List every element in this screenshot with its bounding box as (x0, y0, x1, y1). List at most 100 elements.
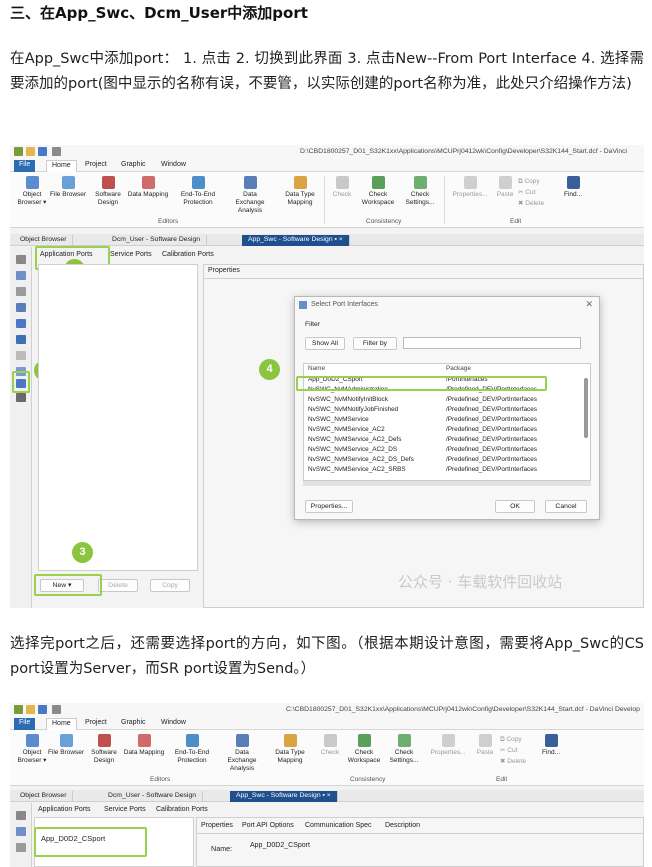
data-mapping-button[interactable]: Data Mapping (126, 176, 170, 199)
data-exchange-button[interactable]: Data Exchange Analysis (220, 734, 264, 773)
port-list-panel[interactable] (38, 264, 198, 571)
tab-dcm-user-design[interactable]: Dcm_User - Software Design (106, 235, 208, 246)
check-settings-button[interactable]: Check Settings... (398, 176, 442, 207)
delete-button[interactable]: ✖ Delete (500, 758, 534, 766)
properties-button[interactable]: Properties... (446, 176, 494, 199)
list-item[interactable]: NvSWC_NvMService/Predefined_DEV/PortInte… (304, 416, 590, 426)
check-settings-icon (397, 734, 411, 747)
list-item[interactable]: NvSWC_NvMService_AC2_DS_Defs/Predefined_… (304, 456, 590, 466)
tab-dcm-user-design[interactable]: Dcm_User - Software Design (102, 791, 204, 802)
tab-window[interactable]: Window (156, 718, 191, 730)
save-icon[interactable] (38, 147, 47, 156)
cut-button[interactable]: ✂ Cut (518, 189, 552, 197)
davinci-screenshot-2: C:\CBD1800257_D01_S32K1xx\Applications\M… (10, 703, 644, 867)
scrollbar[interactable] (584, 378, 588, 438)
select-port-interfaces-dialog: Select Port Interfaces ✕ Filter Show All… (294, 296, 600, 520)
find-button[interactable]: Find... (558, 176, 588, 199)
delete-port-button[interactable]: Delete (98, 579, 138, 592)
tab-app-swc-design[interactable]: App_Swc - Software Design ▪ × (242, 235, 350, 246)
copy-port-button[interactable]: Copy (150, 579, 190, 592)
check-workspace-button[interactable]: Check Workspace (356, 176, 400, 207)
step-badge-3: 3 (72, 542, 93, 563)
save-icon[interactable] (38, 705, 47, 714)
data-icon[interactable] (16, 335, 26, 344)
component-icon[interactable] (16, 827, 26, 836)
properties-dialog-button[interactable]: Properties... (305, 500, 353, 513)
tab-calibration-ports[interactable]: Calibration Ports (156, 806, 208, 813)
quick-access-icon[interactable] (52, 705, 61, 714)
calibration-icon[interactable] (16, 393, 26, 402)
dialog-title: Select Port Interfaces (311, 301, 378, 308)
e2e-protection-button[interactable]: End-To-End Protection (176, 176, 220, 207)
open-icon[interactable] (26, 147, 35, 156)
list-item[interactable]: NvSWC_NvMNotifyInitBlock/Predefined_DEV/… (304, 396, 590, 406)
tab-file[interactable]: File (14, 718, 36, 730)
data-mapping-icon (141, 176, 155, 189)
tab-app-swc-design[interactable]: App_Swc - Software Design ▪ × (230, 791, 338, 802)
interface-icon[interactable] (16, 287, 26, 296)
tab-file[interactable]: File (14, 160, 36, 172)
interface-icon[interactable] (16, 843, 26, 852)
tab-object-browser[interactable]: Object Browser (14, 235, 74, 246)
check-workspace-button[interactable]: Check Workspace (342, 734, 386, 765)
delete-button[interactable]: ✖ Delete (518, 200, 552, 208)
tab-port-api-options[interactable]: Port API Options (242, 822, 294, 829)
connector-icon[interactable] (16, 303, 26, 312)
filter-by-button[interactable]: Filter by (353, 337, 397, 350)
tab-project[interactable]: Project (80, 718, 112, 730)
list-item[interactable]: NvSWC_NvMService_AC2_SRBS/Predefined_DEV… (304, 466, 590, 476)
list-item[interactable]: NvSWC_NvMService_AC2/Predefined_DEV/Port… (304, 426, 590, 436)
quick-access-icon[interactable] (52, 147, 61, 156)
filter-input[interactable] (403, 337, 581, 349)
name-field[interactable]: App_D0D2_CSport (247, 841, 427, 853)
tab-service-ports[interactable]: Service Ports (110, 251, 152, 258)
function-icon[interactable] (16, 255, 26, 264)
divider (197, 833, 643, 834)
tab-service-ports[interactable]: Service Ports (104, 806, 146, 813)
check-settings-button[interactable]: Check Settings... (382, 734, 426, 765)
show-all-button[interactable]: Show All (305, 337, 345, 350)
copy-button[interactable]: ⧉ Copy (518, 178, 552, 186)
close-icon[interactable]: ✕ (585, 299, 593, 310)
tab-window[interactable]: Window (156, 160, 191, 172)
paste-button[interactable]: Paste (490, 176, 520, 199)
tab-application-ports[interactable]: Application Ports (38, 806, 91, 813)
cancel-button[interactable]: Cancel (545, 500, 587, 513)
properties-tab[interactable]: Properties (208, 267, 240, 274)
function-icon[interactable] (16, 811, 26, 820)
tab-object-browser[interactable]: Object Browser (14, 791, 74, 802)
tab-home[interactable]: Home (46, 160, 77, 172)
list-item[interactable]: NvSWC_NvMService_AC2_DS/Predefined_DEV/P… (304, 446, 590, 456)
e2e-protection-button[interactable]: End-To-End Protection (170, 734, 214, 765)
tab-description[interactable]: Description (385, 822, 420, 829)
tab-graphic[interactable]: Graphic (116, 160, 151, 172)
cut-button[interactable]: ✂ Cut (500, 747, 534, 755)
list-item[interactable]: NvSWC_NvMService_AC2_Defs/Predefined_DEV… (304, 436, 590, 446)
tab-home[interactable]: Home (46, 718, 77, 730)
data-type-mapping-button[interactable]: Data Type Mapping (278, 176, 322, 207)
tab-properties[interactable]: Properties (201, 822, 233, 829)
paste-button[interactable]: Paste (470, 734, 500, 757)
data-mapping-button[interactable]: Data Mapping (122, 734, 166, 757)
properties-button[interactable]: Properties... (424, 734, 472, 757)
tab-calibration-ports[interactable]: Calibration Ports (162, 251, 214, 258)
tab-project[interactable]: Project (80, 160, 112, 172)
data-type-mapping-icon (283, 734, 297, 747)
tab-graphic[interactable]: Graphic (116, 718, 151, 730)
software-design-button[interactable]: Software Design (82, 734, 126, 765)
mode-icon[interactable] (16, 351, 26, 360)
horizontal-scrollbar[interactable] (303, 481, 591, 486)
ok-button[interactable]: OK (495, 500, 535, 513)
data-type-mapping-button[interactable]: Data Type Mapping (268, 734, 312, 765)
software-design-button[interactable]: Software Design (86, 176, 130, 207)
object-browser-icon (25, 176, 39, 189)
component-icon[interactable] (16, 271, 26, 280)
find-button[interactable]: Find... (536, 734, 566, 757)
copy-button[interactable]: ⧉ Copy (500, 736, 534, 744)
list-item[interactable]: NvSWC_NvMNotifyJobFinished/Predefined_DE… (304, 406, 590, 416)
file-browser-button[interactable]: File Browser (46, 176, 90, 199)
port-icon[interactable] (16, 319, 26, 328)
tab-communication-spec[interactable]: Communication Spec (305, 822, 372, 829)
data-exchange-button[interactable]: Data Exchange Analysis (228, 176, 272, 215)
open-icon[interactable] (26, 705, 35, 714)
